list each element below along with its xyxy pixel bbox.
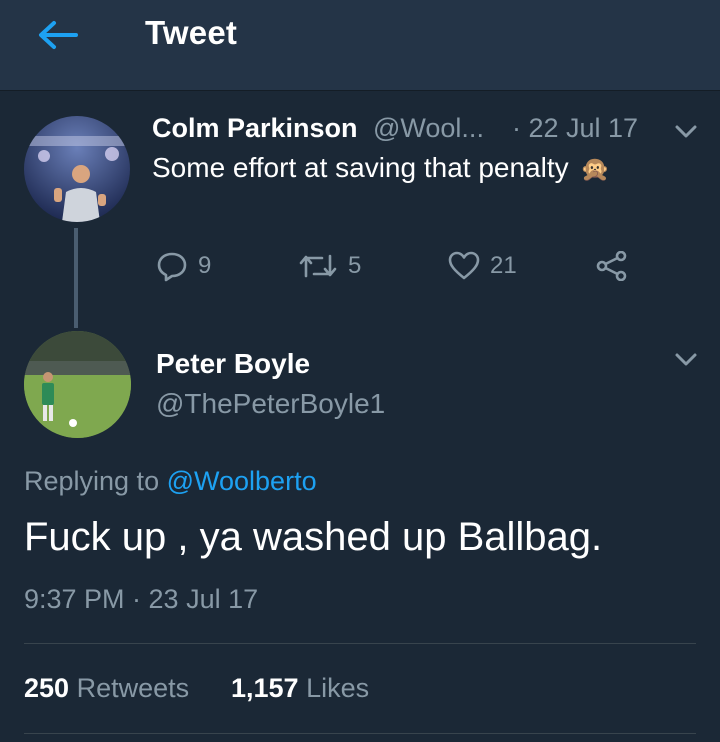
back-button[interactable] <box>36 18 80 52</box>
see-no-evil-monkey-emoji: 🙊 <box>580 156 611 183</box>
parent-tweet-text: Some effort at saving that penalty <box>152 152 569 183</box>
main-author-name[interactable]: Peter Boyle <box>156 348 310 380</box>
heart-icon <box>448 251 480 280</box>
chevron-down-icon <box>675 353 697 366</box>
like-count: 21 <box>490 252 517 279</box>
parent-author-name[interactable]: Colm Parkinson <box>152 113 358 144</box>
like-action[interactable]: 21 <box>448 251 517 281</box>
reply-action[interactable]: 9 <box>156 250 211 282</box>
back-arrow-icon <box>39 21 78 49</box>
likes-stat-label: Likes <box>306 673 370 703</box>
top-bar: Tweet <box>0 0 720 90</box>
parent-tweet-text-row: Some effort at saving that penalty 🙊 <box>152 152 610 184</box>
replying-to-link[interactable]: @Woolberto <box>167 466 317 496</box>
retweets-stat-label: Retweets <box>76 673 190 703</box>
main-tweet-avatar[interactable] <box>24 331 131 438</box>
replying-to-line: Replying to @Woolberto <box>24 466 317 497</box>
stats-divider-top <box>24 643 696 644</box>
retweet-count: 5 <box>348 252 362 279</box>
likes-stat[interactable]: 1,157 Likes <box>231 673 369 704</box>
retweets-stat-count: 250 <box>24 673 70 703</box>
likes-stat-count: 1,157 <box>231 673 299 703</box>
share-icon <box>596 251 627 281</box>
parent-author-handle[interactable]: @Wool... <box>373 113 484 144</box>
reply-icon <box>157 252 187 282</box>
main-tweet-timestamp[interactable]: 9:37 PM · 23 Jul 17 <box>24 584 258 615</box>
parent-tweet-date[interactable]: · 22 Jul 17 <box>512 113 638 144</box>
main-tweet-text: Fuck up , ya washed up Ballbag. <box>24 515 603 559</box>
thread-connector-line <box>74 228 78 328</box>
main-author-handle[interactable]: @ThePeterBoyle1 <box>156 388 385 420</box>
reply-count: 9 <box>198 252 212 279</box>
parent-tweet-avatar[interactable] <box>24 116 130 222</box>
retweet-action[interactable]: 5 <box>298 252 361 280</box>
parent-tweet-menu[interactable] <box>674 124 698 145</box>
retweets-stat[interactable]: 250 Retweets <box>24 673 189 704</box>
page-title: Tweet <box>145 14 238 51</box>
retweet-icon <box>299 254 337 278</box>
share-action[interactable] <box>596 251 628 281</box>
chevron-down-icon <box>675 125 697 138</box>
replying-to-prefix: Replying to <box>24 466 160 496</box>
main-tweet-menu[interactable] <box>674 352 698 373</box>
stats-divider-bottom <box>24 733 696 734</box>
